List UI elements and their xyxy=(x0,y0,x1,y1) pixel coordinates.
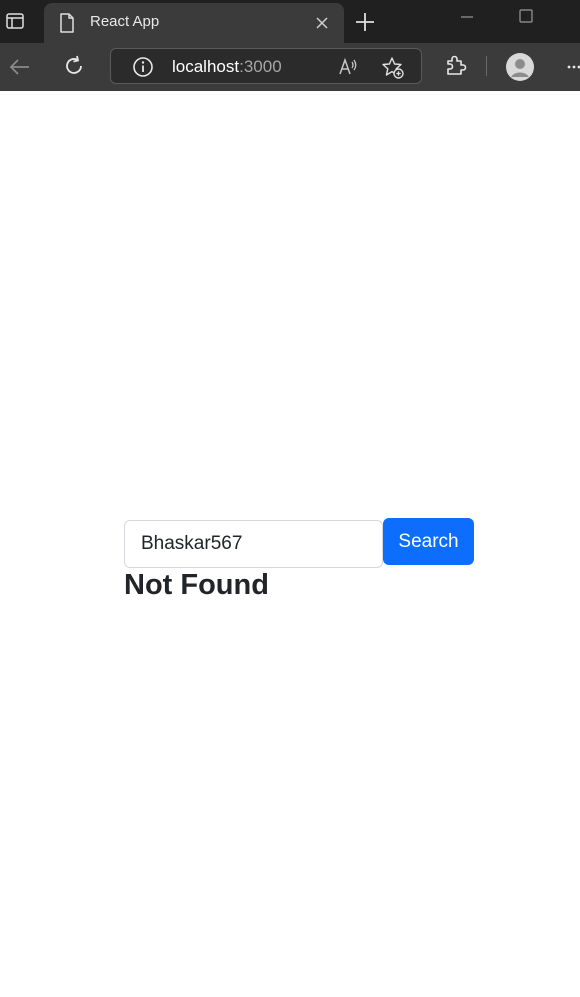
close-icon[interactable] xyxy=(314,15,330,31)
tab-actions-icon[interactable] xyxy=(4,10,26,32)
extensions-icon[interactable] xyxy=(444,53,468,77)
add-favorite-icon[interactable] xyxy=(381,56,405,80)
toolbar-divider xyxy=(486,56,487,76)
refresh-icon[interactable] xyxy=(62,54,86,78)
tab-strip: React App xyxy=(0,0,580,43)
profile-avatar-icon[interactable] xyxy=(505,52,535,82)
url-port: :3000 xyxy=(239,57,282,76)
url-text[interactable]: localhost:3000 xyxy=(172,57,282,77)
more-options-icon[interactable] xyxy=(566,57,580,77)
page-content: Search Not Found xyxy=(0,91,580,997)
address-bar[interactable]: localhost:3000 xyxy=(110,48,422,84)
info-icon[interactable] xyxy=(132,56,154,78)
new-tab-icon[interactable] xyxy=(354,11,376,33)
search-button[interactable]: Search xyxy=(383,518,474,565)
tab-title: React App xyxy=(90,13,160,30)
back-arrow-icon[interactable] xyxy=(8,55,32,79)
browser-chrome: React App localhost:3000 xyxy=(0,0,580,91)
search-input[interactable] xyxy=(124,520,383,568)
maximize-icon[interactable] xyxy=(519,9,533,23)
url-host: localhost xyxy=(172,57,240,76)
read-aloud-icon[interactable] xyxy=(337,56,359,78)
tab-react-app[interactable]: React App xyxy=(44,3,344,43)
result-message: Not Found xyxy=(124,569,269,601)
search-form: Search xyxy=(124,518,474,568)
minimize-icon[interactable] xyxy=(460,14,474,20)
page-icon xyxy=(60,13,74,33)
browser-toolbar: localhost:3000 xyxy=(0,43,580,91)
